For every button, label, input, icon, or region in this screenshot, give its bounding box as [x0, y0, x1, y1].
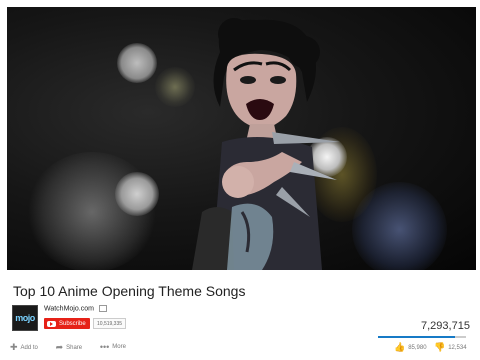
- bokeh-light: [115, 172, 159, 216]
- like-ratio-fill: [378, 336, 455, 338]
- add-icon: ✚: [10, 342, 18, 352]
- subscribe-label: Subscribe: [59, 320, 86, 327]
- channel-name[interactable]: WatchMojo.com: [44, 305, 107, 312]
- verified-icon: [98, 305, 107, 312]
- more-button[interactable]: ••• More: [100, 342, 126, 352]
- subscribe-button[interactable]: Subscribe: [44, 318, 90, 329]
- more-icon: •••: [99, 342, 110, 352]
- like-count: 85,980: [408, 344, 427, 351]
- thumbs-down-icon: 👎: [434, 342, 446, 352]
- channel-name-label: WatchMojo.com: [44, 305, 94, 313]
- video-player[interactable]: [7, 7, 476, 270]
- channel-logo[interactable]: mojo: [12, 305, 38, 331]
- add-to-label: Add to: [20, 344, 38, 351]
- youtube-watch-page: Top 10 Anime Opening Theme Songs mojo Wa…: [0, 0, 480, 360]
- more-label: More: [112, 344, 126, 350]
- channel-logo-text: mojo: [15, 313, 35, 323]
- youtube-play-icon: [47, 320, 56, 327]
- share-label: Share: [66, 344, 83, 351]
- bokeh-light: [117, 43, 157, 83]
- action-bar: ✚ Add to ➦ Share ••• More: [10, 342, 142, 353]
- add-to-button[interactable]: ✚ Add to: [10, 342, 38, 353]
- dislike-button[interactable]: 👎 12,534: [434, 342, 467, 353]
- view-count: 7,293,715: [421, 320, 470, 332]
- like-button[interactable]: 👍 85,980: [394, 342, 427, 353]
- dislike-count: 12,534: [448, 344, 467, 351]
- video-title: Top 10 Anime Opening Theme Songs: [13, 283, 246, 299]
- like-ratio-bar: [378, 336, 466, 338]
- share-icon: ➦: [55, 342, 64, 352]
- subscriber-count: 10,519,335: [93, 318, 127, 329]
- singer-figure: [192, 18, 340, 270]
- share-button[interactable]: ➦ Share: [56, 342, 83, 353]
- thumbs-up-icon: 👍: [394, 342, 406, 352]
